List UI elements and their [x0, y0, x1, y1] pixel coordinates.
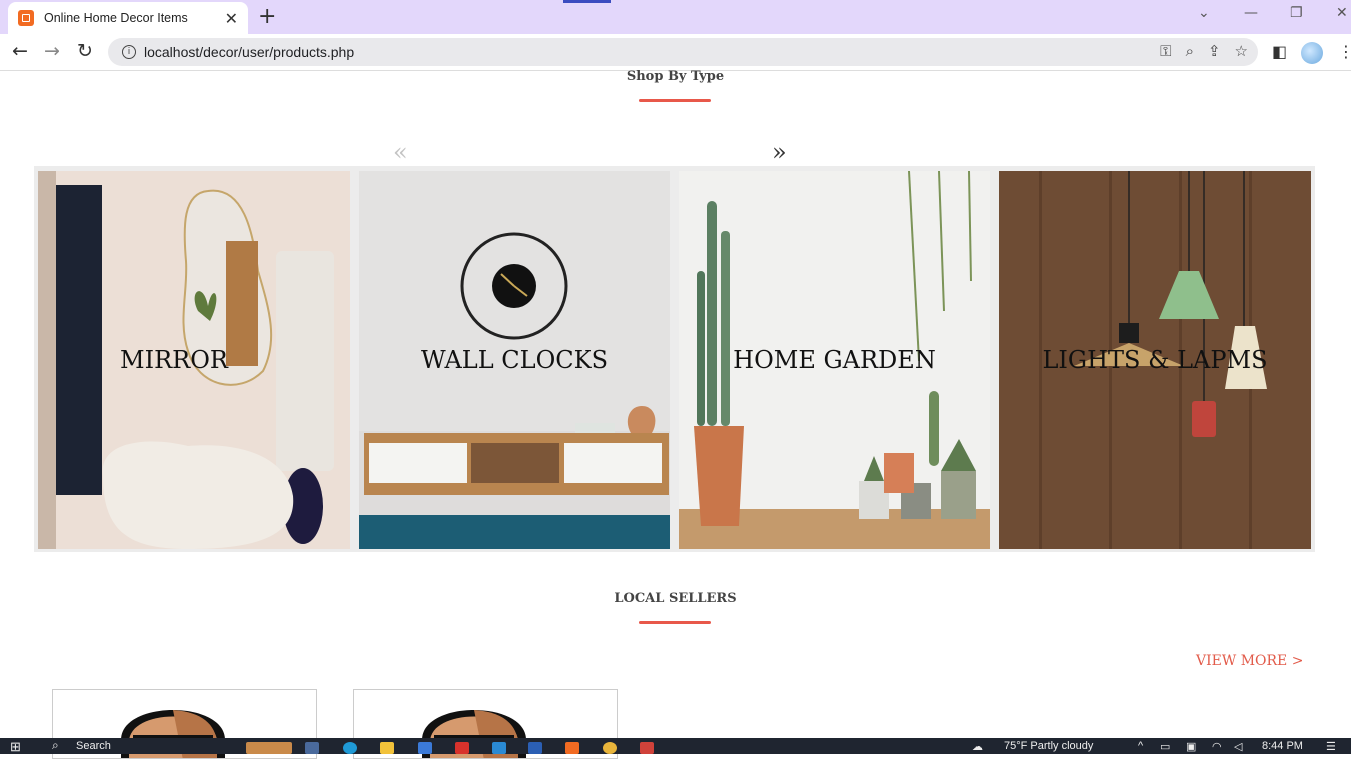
local-sellers-heading: LOCAL SELLERS: [614, 591, 737, 606]
carousel-next-button[interactable]: »: [772, 138, 787, 166]
category-label: MIRROR: [120, 346, 228, 374]
side-panel-icon[interactable]: ◧: [1272, 42, 1287, 61]
shop-by-type-heading: Shop By Type: [626, 69, 725, 84]
bookmark-star-icon[interactable]: ☆: [1235, 42, 1248, 60]
app-icon[interactable]: [640, 742, 654, 754]
browser-toolbar: ← → ↻ i localhost/decor/user/products.ph…: [0, 34, 1351, 71]
view-more-link[interactable]: VIEW MORE >: [1196, 653, 1303, 669]
carousel-prev-button[interactable]: «: [393, 138, 408, 166]
category-label: LIGHTS & LAPMS: [1042, 346, 1268, 374]
url-text[interactable]: localhost/decor/user/products.php: [144, 44, 354, 60]
browser-tab[interactable]: Online Home Decor Items ✕: [8, 2, 248, 34]
network-icon[interactable]: ▭: [1160, 740, 1170, 753]
close-window-button[interactable]: ✕: [1336, 5, 1348, 21]
file-explorer-icon[interactable]: [380, 742, 394, 754]
heading-underline: [639, 99, 711, 102]
display-icon[interactable]: ▣: [1186, 740, 1196, 753]
reload-icon[interactable]: ↻: [77, 40, 93, 62]
brave-icon[interactable]: [455, 742, 469, 754]
category-carousel: MIRROR WALL CLOCKS HOME GARDEN LIGHTS & …: [34, 166, 1315, 552]
forward-arrow-icon[interactable]: →: [44, 40, 60, 62]
category-card-mirror[interactable]: MIRROR: [38, 171, 350, 549]
category-card-home-garden[interactable]: HOME GARDEN: [679, 171, 990, 549]
search-icon[interactable]: ⌕: [52, 738, 59, 753]
wifi-icon[interactable]: ◠: [1212, 740, 1222, 753]
weather-text[interactable]: 75°F Partly cloudy: [1004, 740, 1093, 752]
edge-icon[interactable]: [343, 742, 357, 754]
weather-icon: ☁: [972, 741, 983, 753]
system-tray-chevron-icon[interactable]: ^: [1138, 740, 1143, 752]
xampp-favicon-icon: [18, 10, 34, 26]
tab-search-chevron-icon[interactable]: ⌄: [1198, 5, 1210, 21]
task-view-icon[interactable]: [305, 742, 319, 754]
minimize-button[interactable]: —: [1244, 5, 1258, 21]
category-label: HOME GARDEN: [733, 346, 936, 374]
search-highlight-icon: [246, 742, 292, 754]
windows-taskbar: ⊞ ⌕ Search ☁ 75°F Partly cloudy ^ ▭ ▣ ◠ …: [0, 738, 1351, 754]
category-card-wall-clocks[interactable]: WALL CLOCKS: [359, 171, 670, 549]
xampp-icon[interactable]: [565, 742, 579, 754]
windows-start-icon[interactable]: ⊞: [10, 739, 21, 755]
vscode-icon[interactable]: [492, 742, 506, 754]
mail-icon[interactable]: [418, 742, 432, 754]
notifications-icon[interactable]: ☰: [1326, 740, 1336, 753]
browser-tab-bar: Online Home Decor Items ✕ + ⌄ — ❐ ✕: [0, 0, 1351, 34]
volume-icon[interactable]: ◁: [1234, 740, 1242, 753]
tab-strip-indicator: [563, 0, 611, 3]
close-tab-icon[interactable]: ✕: [225, 9, 238, 28]
tab-title: Online Home Decor Items: [44, 11, 188, 25]
category-label: WALL CLOCKS: [420, 346, 609, 374]
zoom-icon[interactable]: ⌕: [1186, 42, 1194, 60]
back-arrow-icon[interactable]: ←: [12, 40, 28, 62]
restore-button[interactable]: ❐: [1290, 5, 1303, 21]
key-icon[interactable]: ⚿: [1160, 42, 1171, 60]
site-info-icon[interactable]: i: [122, 45, 136, 59]
heading-underline: [639, 621, 711, 624]
profile-avatar[interactable]: [1301, 42, 1323, 64]
word-icon[interactable]: [528, 742, 542, 754]
chrome-icon[interactable]: [603, 742, 617, 754]
menu-kebab-icon[interactable]: ⋮: [1338, 42, 1351, 61]
clock-time[interactable]: 8:44 PM: [1262, 740, 1303, 752]
category-card-lights[interactable]: LIGHTS & LAPMS: [999, 171, 1311, 549]
share-icon[interactable]: ⇪: [1208, 42, 1221, 60]
taskbar-search-box[interactable]: Search: [76, 740, 111, 752]
address-bar[interactable]: i localhost/decor/user/products.php ⚿ ⌕ …: [108, 38, 1258, 66]
new-tab-button[interactable]: +: [258, 4, 276, 29]
